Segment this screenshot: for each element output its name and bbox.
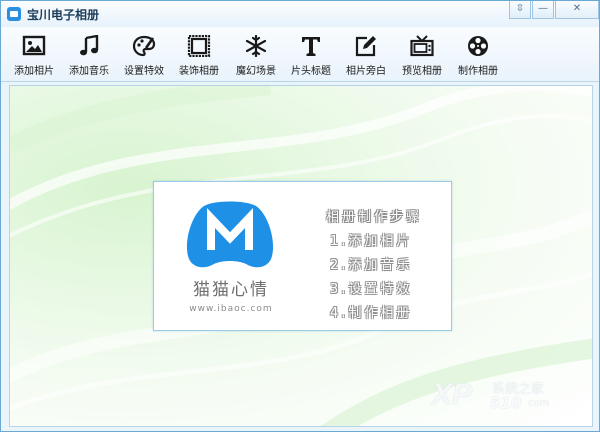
caption-button[interactable]: 相片旁白 [338,31,394,79]
step-item: 3.设置特效 [330,282,413,297]
toolbar-label: 装饰相册 [179,66,219,77]
watermark-logo: XP 系统之家 510 com [432,376,582,416]
window-title: 宝川电子相册 [27,8,100,22]
brand-logo-icon [186,201,274,268]
image-icon [22,35,46,56]
title-bar: 宝川电子相册 ⇳ — ✕ [1,1,599,27]
add-photo-button[interactable]: 添加相片 [6,31,62,79]
edit-pen-icon [355,36,376,57]
make-album-button[interactable]: 制作相册 [450,31,506,79]
film-reel-icon [468,36,488,56]
preview-button[interactable]: 预览相册 [394,31,450,79]
toolbar-label: 预览相册 [402,66,442,77]
toolbar-label: 添加相片 [14,66,54,77]
minimize-button[interactable]: — [532,1,554,19]
toolbar-label: 设置特效 [124,66,164,77]
text-t-icon [302,37,320,56]
tv-icon [410,35,434,57]
toolbar-label: 片头标题 [291,66,331,77]
toolbar-label: 制作相册 [458,66,498,77]
brand-url: www.ibaoc.com [189,304,273,314]
music-note-icon [80,35,99,56]
effects-button[interactable]: 设置特效 [116,31,172,79]
magic-scene-button[interactable]: 魔幻场景 [228,31,284,79]
watermark-number: 510 [490,394,522,412]
app-icon [7,7,21,21]
close-button[interactable]: ✕ [555,1,599,19]
brand-name: 猫猫心情 [193,280,269,300]
watermark-domain: com [528,398,550,409]
step-item: 4.制作相册 [330,306,413,321]
app-window: 宝川电子相册 ⇳ — ✕ 添加相片 添加音乐 设置特效 装饰相册 魔幻场景 片头… [0,0,600,432]
toolbar: 添加相片 添加音乐 设置特效 装饰相册 魔幻场景 片头标题 相片旁白 预览相册 … [1,27,599,82]
toolbar-label: 相片旁白 [346,66,386,77]
decorate-button[interactable]: 装饰相册 [171,31,227,79]
menu-button[interactable]: ⇳ [509,1,531,19]
add-music-button[interactable]: 添加音乐 [61,31,117,79]
watermark-xp: XP [432,378,473,411]
album-canvas[interactable]: 猫猫心情 www.ibaoc.com 相册制作步骤 1.添加相片 2.添加音乐 … [9,85,593,427]
palette-icon [132,35,156,57]
steps-title: 相册制作步骤 [325,210,422,225]
step-item: 2.添加音乐 [330,258,413,273]
toolbar-label: 魔幻场景 [236,66,276,77]
window-controls: ⇳ — ✕ [508,1,599,21]
welcome-card: 猫猫心情 www.ibaoc.com 相册制作步骤 1.添加相片 2.添加音乐 … [153,181,452,331]
step-item: 1.添加相片 [330,234,413,249]
frame-icon [187,35,211,57]
toolbar-label: 添加音乐 [69,66,109,77]
snowflake-icon [245,35,267,57]
title-button[interactable]: 片头标题 [283,31,339,79]
